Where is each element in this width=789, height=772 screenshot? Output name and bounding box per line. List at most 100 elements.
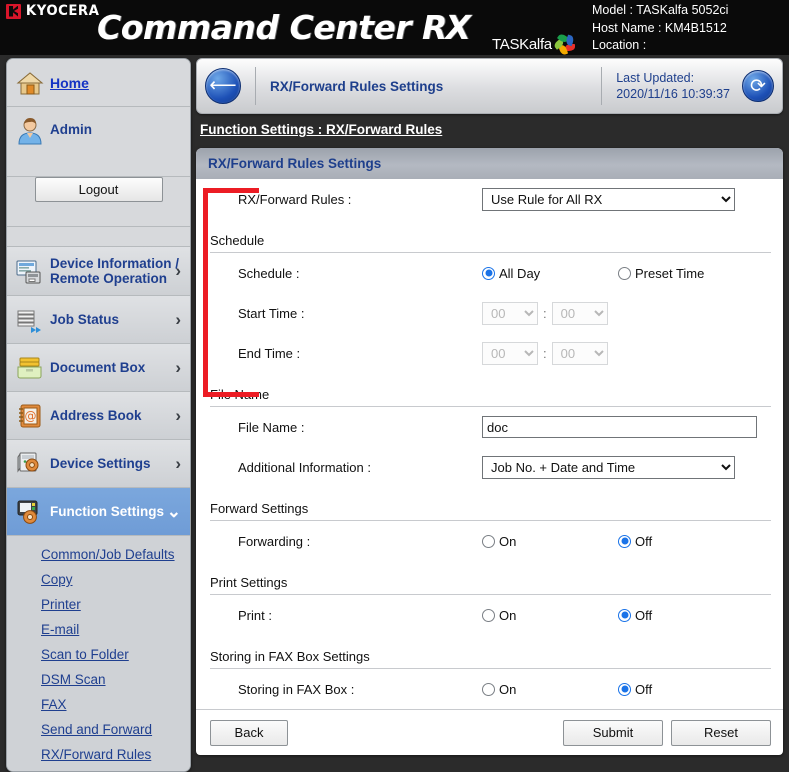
end-time-label: End Time : [238,345,301,361]
panel-body: RX/Forward Rules : Use Rule for All RX S… [196,179,783,709]
radio-dot-icon [482,534,495,548]
sidebar-item-job-status[interactable]: Job Status › [7,296,190,344]
chevron-right-icon: › [175,453,181,473]
nav-line-1: Device Information / [50,256,180,271]
print-radio-off[interactable]: Off [618,608,652,623]
kyocera-wordmark: KYOCERA [25,3,100,19]
sidebar-home-label: Home [50,74,89,91]
radio-label: Off [635,607,653,623]
rx-forward-rules-label: RX/Forward Rules : [238,191,352,207]
sidebar-item-device-settings[interactable]: Device Settings › [7,440,190,488]
back-button[interactable]: ⟵ [205,68,241,104]
sidebar-subitem-common-job-defaults[interactable]: Common/Job Defaults [7,542,190,567]
chevron-right-icon: › [175,405,181,425]
fax-box-radio-off[interactable]: Off [618,682,652,697]
radio-dot-icon [482,608,495,622]
sidebar-subitem-rx-forward-rules[interactable]: RX/Forward Rules [7,742,190,767]
app-banner: KYOCERA Command Center RX TASKalfa Model… [0,0,789,55]
sidebar-subitem-email[interactable]: E-mail [7,617,190,642]
radio-label: Off [635,533,653,549]
chevron-right-icon: › [175,261,181,280]
back-form-button[interactable]: Back [210,719,288,746]
toolbar-divider [601,67,603,105]
sidebar-item-function-settings[interactable]: Function Settings ⌄ [7,488,190,536]
device-settings-icon [15,449,45,479]
radio-dot-icon [618,682,631,696]
home-icon [15,68,45,98]
end-time-hour-select[interactable]: 00 [482,341,538,365]
field-row-file-name: File Name : [210,407,771,447]
job-status-icon [15,305,45,335]
end-time-minute-select[interactable]: 00 [551,341,608,365]
additional-information-select[interactable]: Job No. + Date and Time [482,455,735,479]
radio-dot-icon [618,266,631,280]
user-avatar-icon [15,116,45,146]
submenu-label: E-mail [41,622,80,637]
submit-button[interactable]: Submit [563,719,663,746]
nav-line-2: Remote Operation [50,271,168,286]
sidebar-subitem-dsm-scan[interactable]: DSM Scan [7,667,190,692]
forwarding-radio-group: On Off [482,534,652,549]
sidebar-item-label: Job Status [50,311,120,327]
sidebar-subitem-copy[interactable]: Copy [7,567,190,592]
reset-button[interactable]: Reset [671,719,771,746]
section-header-forward-settings: Forward Settings [210,487,771,521]
taskalfa-wordmark: TASKalfa [492,35,552,53]
start-time-label: Start Time : [238,305,305,321]
schedule-radio-all-day[interactable]: All Day [482,266,618,281]
radio-label: Off [635,681,653,697]
sidebar-item-home[interactable]: Home [7,59,190,107]
taskalfa-pinwheel-icon [552,32,576,55]
sidebar-item-label: Device Information / Remote Operation [50,256,179,286]
forwarding-radio-off[interactable]: Off [618,534,652,549]
forwarding-radio-on[interactable]: On [482,534,618,549]
taskalfa-logo: TASKalfa [492,32,576,55]
time-separator: : [543,345,547,361]
rx-forward-rules-select[interactable]: Use Rule for All RX [482,187,735,211]
field-row-start-time: Start Time : 00 : 00 [210,293,771,333]
chevron-right-icon: › [175,309,181,329]
sidebar-subitem-fax[interactable]: FAX [7,692,190,717]
submenu-label: Common/Job Defaults [41,547,175,562]
sidebar-item-document-box[interactable]: Document Box › [7,344,190,392]
sidebar-item-label: Device Settings [50,455,151,471]
sidebar-subitem-send-and-forward[interactable]: Send and Forward [7,717,190,742]
sidebar-subitem-printer[interactable]: Printer [7,592,190,617]
logout-button[interactable]: Logout [34,177,163,202]
breadcrumb: Function Settings : RX/Forward Rules [200,122,443,137]
schedule-radio-preset-time[interactable]: Preset Time [618,266,704,281]
sidebar-item-address-book[interactable]: @ Address Book › [7,392,190,440]
main-content: ⟵ RX/Forward Rules Settings Last Updated… [196,58,783,755]
field-row-forwarding: Forwarding : On Off [210,521,771,561]
kyocera-logo: KYOCERA [6,3,101,19]
sidebar-item-device-information[interactable]: Device Information / Remote Operation › [7,247,190,296]
sidebar-user-block: Admin [7,107,190,177]
panel-button-bar: Back Submit Reset [196,709,783,755]
file-name-input[interactable] [482,416,757,438]
logout-row: Logout [7,177,190,227]
print-radio-on[interactable]: On [482,608,618,623]
document-box-icon [15,353,45,383]
radio-label: On [499,681,517,697]
section-header-schedule: Schedule [210,219,771,253]
schedule-radio-group: All Day Preset Time [482,266,704,281]
start-time-hour-select[interactable]: 00 [482,301,538,325]
fax-box-radio-on[interactable]: On [482,682,618,697]
radio-dot-icon [618,534,631,548]
last-updated-label: Last Updated: [616,71,695,85]
file-name-label: File Name : [238,419,305,435]
refresh-icon: ⟳ [750,75,766,97]
svg-text:@: @ [25,409,37,423]
time-separator: : [543,305,547,321]
start-time-minute-select[interactable]: 00 [551,301,608,325]
chevron-right-icon: › [175,357,181,377]
fax-box-radio-group: On Off [482,682,652,697]
print-radio-group: On Off [482,608,652,623]
print-label: Print : [238,607,272,623]
radio-label: On [499,533,517,549]
refresh-button[interactable]: ⟳ [742,70,774,102]
sidebar-subitem-scan-to-folder[interactable]: Scan to Folder [7,642,190,667]
field-row-storing-in-fax-box: Storing in FAX Box : On Off [210,669,771,709]
submenu-label: Scan to Folder [41,647,129,662]
settings-panel: RX/Forward Rules Settings RX/Forward Rul… [196,148,783,755]
